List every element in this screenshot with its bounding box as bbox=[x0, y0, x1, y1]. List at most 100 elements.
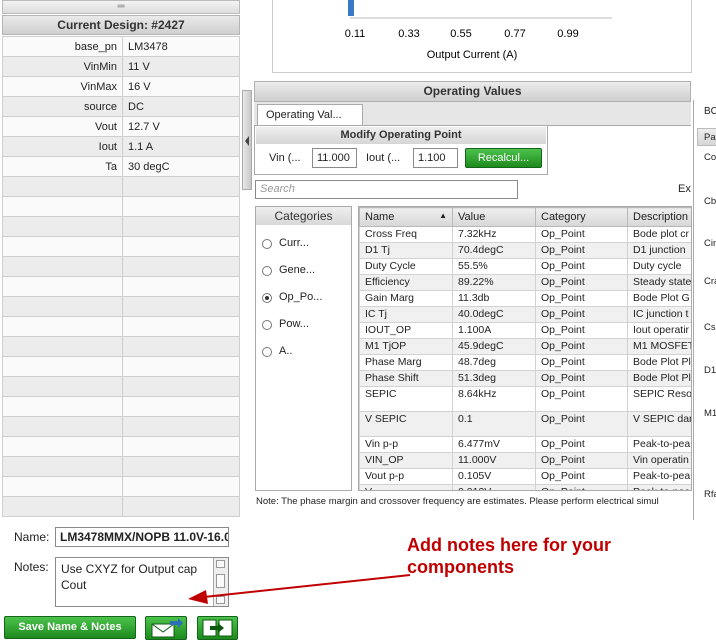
table-row[interactable]: Efficiency 89.22% Op_Point Steady state bbox=[359, 274, 691, 291]
panel-collapse-handle[interactable] bbox=[242, 90, 252, 190]
table-row[interactable]: V...0.012VOp_PointPeak-to-pea bbox=[359, 484, 691, 490]
property-value bbox=[122, 296, 240, 317]
cell-category: Op_Point bbox=[535, 258, 628, 275]
column-header-category[interactable]: Category bbox=[535, 207, 628, 227]
bom-item[interactable]: Cb bbox=[704, 196, 716, 207]
cell-value: 8.64kHz bbox=[452, 386, 536, 412]
cell-description: Peak-to-pea bbox=[627, 436, 691, 453]
cell-category: Op_Point bbox=[535, 290, 628, 307]
bom-panel: BC Pa Co Cb Cin Cra Cs D1 M1 Rfa bbox=[693, 100, 716, 520]
property-row bbox=[2, 316, 240, 337]
category-label[interactable]: Op_Po... bbox=[279, 291, 322, 303]
property-row bbox=[2, 416, 240, 437]
property-row bbox=[2, 276, 240, 297]
cell-category: Op_Point bbox=[535, 322, 628, 339]
panel-title: Current Design: #2427 bbox=[2, 15, 240, 35]
cell-category: Op_Point bbox=[535, 274, 628, 291]
property-row bbox=[2, 336, 240, 357]
cell-description: M1 MOSFET bbox=[627, 338, 691, 355]
search-input[interactable]: Search bbox=[255, 180, 518, 199]
bom-item[interactable]: Co bbox=[704, 152, 716, 163]
bom-item[interactable]: M1 bbox=[704, 408, 716, 419]
table-row[interactable]: Phase Shift 51.3deg Op_Point Bode Plot Pl bbox=[359, 370, 691, 387]
cell-category: Op_Point bbox=[535, 306, 628, 323]
category-label[interactable]: Gene... bbox=[279, 264, 315, 276]
property-row: Ta 30 degC bbox=[2, 156, 240, 177]
table-row[interactable]: Phase Marg 48.7deg Op_Point Bode Plot Pl bbox=[359, 354, 691, 371]
category-radio[interactable] bbox=[262, 293, 272, 303]
cell-category: Op_Point bbox=[535, 370, 628, 387]
column-header-name[interactable]: Name ▲ bbox=[359, 207, 453, 227]
table-row[interactable]: IC Tj 40.0degC Op_Point IC junction t bbox=[359, 306, 691, 323]
category-label[interactable]: Curr... bbox=[279, 237, 309, 249]
property-value bbox=[122, 236, 240, 257]
table-row[interactable]: VIN_OP 11.000V Op_Point Vin operatin bbox=[359, 452, 691, 469]
cell-value: 51.3deg bbox=[452, 370, 536, 387]
property-value: 1.1 A bbox=[122, 136, 240, 157]
property-key bbox=[2, 296, 123, 317]
cell-category: Op_Point bbox=[535, 411, 628, 437]
table-row[interactable]: Vout p-p 0.105V Op_Point Peak-to-pea bbox=[359, 468, 691, 485]
bom-item[interactable]: Cs bbox=[704, 322, 716, 333]
bom-item[interactable]: D1 bbox=[704, 365, 716, 376]
save-name-notes-button[interactable]: Save Name & Notes bbox=[4, 616, 136, 639]
bom-item[interactable]: Cin bbox=[704, 238, 716, 249]
cell-description: Peak-to-pea bbox=[627, 468, 691, 485]
cell-value: 45.9degC bbox=[452, 338, 536, 355]
cell-category: Op_Point bbox=[535, 386, 628, 412]
property-row bbox=[2, 356, 240, 377]
cell-name: Vin p-p bbox=[359, 436, 453, 453]
table-row[interactable]: Duty Cycle 55.5% Op_Point Duty cycle bbox=[359, 258, 691, 275]
table-row[interactable]: Vin p-p 6.477mV Op_Point Peak-to-pea bbox=[359, 436, 691, 453]
table-row[interactable]: Cross Freq 7.32kHz Op_Point Bode plot cr bbox=[359, 226, 691, 243]
property-row bbox=[2, 376, 240, 397]
category-radio[interactable] bbox=[262, 266, 272, 276]
cell-description: Bode Plot Pl bbox=[627, 370, 691, 387]
name-input[interactable]: LM3478MMX/NOPB 11.0V-16.0 bbox=[55, 527, 229, 547]
export-link[interactable]: Ex bbox=[678, 183, 691, 195]
chart-series-edge bbox=[348, 0, 354, 16]
column-header-value[interactable]: Value bbox=[452, 207, 536, 227]
category-radio[interactable] bbox=[262, 320, 272, 330]
recalculate-button[interactable]: Recalcul... bbox=[465, 148, 542, 168]
cell-name: V... bbox=[359, 484, 453, 490]
export-button[interactable] bbox=[197, 616, 238, 640]
email-button[interactable] bbox=[145, 616, 187, 640]
cell-description: D1 junction bbox=[627, 242, 691, 259]
category-label[interactable]: A.. bbox=[279, 345, 292, 357]
cell-name: M1 TjOP bbox=[359, 338, 453, 355]
iout-input[interactable]: 1.100 bbox=[413, 148, 458, 168]
cell-description: Bode plot cr bbox=[627, 226, 691, 243]
property-key bbox=[2, 396, 123, 417]
tab-operating-values[interactable]: Operating Val... bbox=[257, 104, 363, 126]
panel-drag-handle[interactable]: ═ bbox=[2, 0, 240, 14]
cell-name: IC Tj bbox=[359, 306, 453, 323]
table-row[interactable]: Gain Marg 11.3db Op_Point Bode Plot G bbox=[359, 290, 691, 307]
property-key bbox=[2, 196, 123, 217]
tab-bom[interactable]: BC bbox=[704, 106, 716, 117]
table-row[interactable]: M1 TjOP 45.9degC Op_Point M1 MOSFET bbox=[359, 338, 691, 355]
vin-label: Vin (... bbox=[269, 152, 301, 164]
property-value bbox=[122, 256, 240, 277]
table-row[interactable]: SEPIC 8.64kHz Op_Point SEPIC Reso bbox=[359, 386, 691, 412]
cell-value: 40.0degC bbox=[452, 306, 536, 323]
properties-table: base_pn LM3478 VinMin 11 V VinMax 16 Vsource D… bbox=[2, 36, 240, 517]
notes-label: Notes: bbox=[14, 560, 49, 574]
vin-input[interactable]: 11.000 bbox=[312, 148, 357, 168]
name-label: Name: bbox=[14, 530, 50, 544]
bom-item[interactable]: Cra bbox=[704, 276, 716, 287]
table-row[interactable]: IOUT_OP 1.100A Op_Point Iout operatir bbox=[359, 322, 691, 339]
category-radio[interactable] bbox=[262, 239, 272, 249]
bom-header-part: Pa bbox=[704, 132, 716, 143]
column-header-description[interactable]: Description bbox=[627, 207, 691, 227]
table-row[interactable]: V SEPIC 0.1 Op_Point V SEPIC dar bbox=[359, 411, 691, 437]
bom-item[interactable]: Rfa bbox=[704, 489, 716, 500]
property-value bbox=[122, 356, 240, 377]
cell-description: Duty cycle bbox=[627, 258, 691, 275]
property-row bbox=[2, 196, 240, 217]
category-radio[interactable] bbox=[262, 347, 272, 357]
property-row bbox=[2, 296, 240, 317]
category-label[interactable]: Pow... bbox=[279, 318, 309, 330]
cell-value: 11.000V bbox=[452, 452, 536, 469]
table-row[interactable]: D1 Tj 70.4degC Op_Point D1 junction bbox=[359, 242, 691, 259]
